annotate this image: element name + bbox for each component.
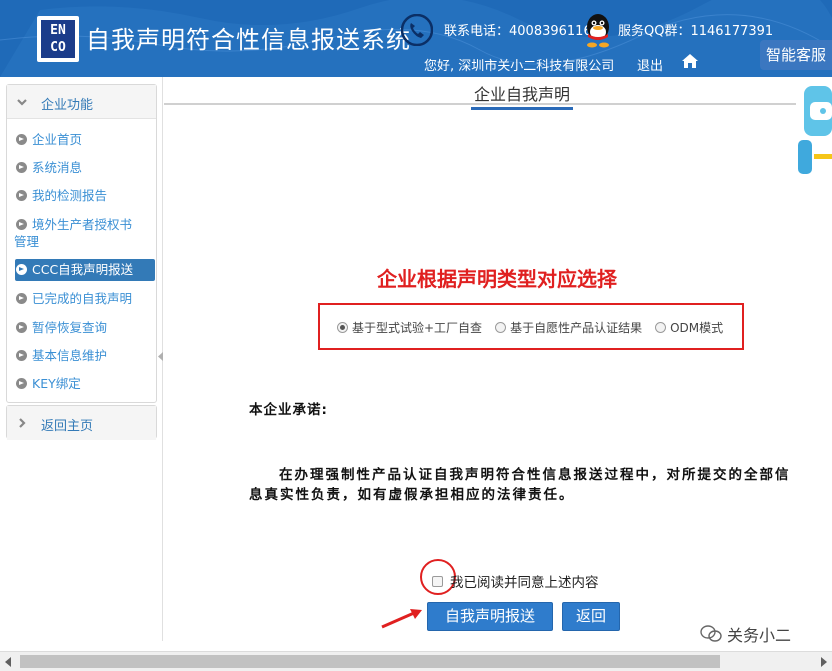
sidebar-item-suspend-resume[interactable]: 暂停恢复查询 — [16, 319, 107, 336]
radio-button[interactable] — [655, 322, 667, 333]
agree-label: 我已阅读并同意上述内容 — [450, 575, 599, 591]
radio-button[interactable] — [495, 322, 507, 333]
sidebar-item-enterprise-home[interactable]: 企业首页 — [16, 131, 82, 148]
sidebar-item-basic-info[interactable]: 基本信息维护 — [16, 347, 107, 364]
chevron-down-icon — [17, 99, 27, 106]
sidebar-item-label-cont: 管理 — [14, 234, 40, 249]
sidebar-item-label: CCC自我声明报送 — [32, 262, 134, 277]
horizontal-scrollbar[interactable] — [0, 651, 832, 671]
arrow-circle-icon — [16, 190, 27, 201]
radio-odm-mode[interactable]: ODM模式 — [655, 319, 723, 336]
arrow-circle-icon — [16, 350, 27, 361]
agree-checkbox[interactable] — [432, 575, 443, 587]
system-title: 自我声明符合性信息报送系统 — [86, 26, 411, 54]
pledge-title: 本企业承诺: — [249, 402, 328, 418]
logout-link[interactable]: 退出 — [637, 55, 663, 74]
smart-service-button[interactable]: 智能客服 — [760, 40, 832, 70]
watermark: 关务小二 — [700, 622, 791, 646]
contact-info: 联系电话：4008396116 — [444, 20, 592, 39]
wechat-icon — [700, 625, 722, 642]
sidebar-item-label: 系统消息 — [32, 160, 83, 175]
qq-label: 服务QQ群： — [618, 24, 691, 39]
sidebar-item-completed-declarations[interactable]: 已完成的自我声明 — [16, 290, 132, 307]
scroll-right-icon[interactable] — [821, 657, 827, 667]
collapse-sidebar-icon[interactable] — [158, 352, 163, 361]
contact-phone: 4008396116 — [509, 24, 592, 39]
main-content: 企业自我声明 企业根据声明类型对应选择 基于型式试验+工厂自查 基于自愿性产品认… — [164, 77, 796, 641]
arrow-circle-icon — [16, 162, 27, 173]
sidebar: 企业功能 企业首页 系统消息 我的检测报告 境外生产者授权书管理 CCC自我声明… — [0, 77, 163, 641]
pledge-text: 在办理强制性产品认证自我声明符合性信息报送过程中，对所提交的全部信息真实性负责，… — [249, 467, 791, 503]
arrow-circle-icon — [16, 134, 27, 145]
scroll-left-icon[interactable] — [5, 657, 11, 667]
watermark-text: 关务小二 — [727, 626, 792, 645]
agree-checkbox-row[interactable]: 我已阅读并同意上述内容 — [432, 571, 599, 591]
enterprise-functions-panel: 企业功能 企业首页 系统消息 我的检测报告 境外生产者授权书管理 CCC自我声明… — [6, 84, 157, 403]
annotation-arrow-icon — [381, 609, 422, 629]
phone-icon — [401, 14, 433, 46]
radio-label: ODM模式 — [670, 321, 724, 335]
top-header: EN CO 自我声明符合性信息报送系统 联系电话：4008396116 服务QQ群… — [0, 0, 832, 77]
page-title: 企业自我声明 — [471, 81, 574, 110]
radio-type-test-factory[interactable]: 基于型式试验+工厂自查 — [337, 319, 482, 336]
logo: EN CO — [37, 16, 79, 62]
declaration-type-radio-group: 基于型式试验+工厂自查 基于自愿性产品认证结果 ODM模式 — [337, 319, 736, 336]
home-icon[interactable] — [681, 53, 699, 69]
sidebar-item-key-binding[interactable]: KEY绑定 — [16, 375, 81, 392]
sidebar-item-label: 暂停恢复查询 — [32, 320, 108, 335]
qq-number: 1146177391 — [690, 24, 774, 39]
sidebar-item-overseas-authorization[interactable]: 境外生产者授权书管理 — [14, 216, 146, 250]
sidebar-item-label: KEY绑定 — [32, 376, 81, 391]
contact-label: 联系电话： — [444, 24, 510, 39]
qq-icon[interactable] — [582, 12, 614, 48]
arrow-circle-icon — [16, 219, 27, 230]
radio-voluntary-certification[interactable]: 基于自愿性产品认证结果 — [495, 319, 642, 336]
radio-button[interactable] — [337, 322, 348, 333]
sidebar-item-label: 企业首页 — [32, 132, 83, 147]
user-greeting: 您好, 深圳市关小二科技有限公司 — [424, 59, 615, 74]
chevron-right-icon — [19, 418, 26, 428]
sidebar-item-ccc-declaration[interactable]: CCC自我声明报送 — [15, 259, 155, 281]
scrollbar-thumb[interactable] — [20, 655, 720, 668]
submit-declaration-button[interactable]: 自我声明报送 — [427, 602, 553, 631]
arrow-circle-icon — [16, 378, 27, 389]
sidebar-item-system-messages[interactable]: 系统消息 — [16, 159, 82, 176]
arrow-circle-icon — [16, 322, 27, 333]
sidebar-item-label: 我的检测报告 — [32, 188, 108, 203]
radio-label: 基于自愿性产品认证结果 — [510, 321, 643, 335]
back-home-label: 返回主页 — [41, 419, 94, 434]
back-button[interactable]: 返回 — [562, 602, 620, 631]
sidebar-item-label: 基本信息维护 — [32, 348, 108, 363]
radio-label: 基于型式试验+工厂自查 — [352, 321, 483, 335]
robot-assistant-icon[interactable] — [796, 84, 832, 176]
enterprise-functions-label: 企业功能 — [41, 98, 94, 113]
arrow-circle-icon — [16, 264, 27, 275]
sidebar-item-label: 已完成的自我声明 — [32, 291, 133, 306]
logo-text: EN CO — [41, 20, 75, 58]
back-home-header[interactable]: 返回主页 — [7, 406, 156, 440]
sidebar-item-test-reports[interactable]: 我的检测报告 — [16, 187, 107, 204]
arrow-circle-icon — [16, 293, 27, 304]
qq-group-info: 服务QQ群：1146177391 — [618, 20, 773, 39]
enterprise-functions-header[interactable]: 企业功能 — [7, 85, 156, 119]
annotation-heading: 企业根据声明类型对应选择 — [377, 267, 617, 291]
sidebar-item-label: 境外生产者授权书 — [32, 217, 133, 232]
back-home-panel[interactable]: 返回主页 — [6, 405, 157, 440]
